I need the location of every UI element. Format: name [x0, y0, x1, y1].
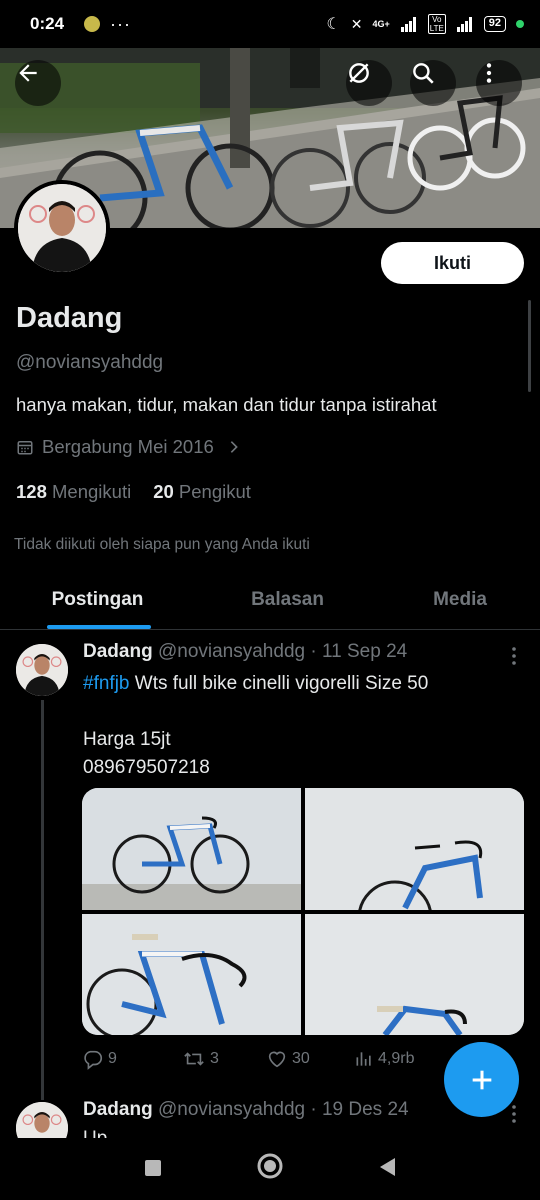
- privacy-dot-icon: [516, 20, 524, 28]
- follow-stats: 128 Mengikuti 20 Pengikut: [16, 481, 251, 503]
- followers-count: 20: [153, 481, 174, 502]
- signal-icon: [400, 17, 416, 32]
- recent-apps-button[interactable]: [143, 1158, 163, 1178]
- system-nav-bar: [0, 1138, 540, 1200]
- thread-line: [41, 700, 44, 1100]
- tweet2-author-handle[interactable]: @noviansyahddg: [158, 1099, 305, 1120]
- profile-display-name: Dadang: [16, 302, 123, 334]
- tweet-avatar[interactable]: [16, 644, 68, 696]
- tweet2-date[interactable]: 19 Des 24: [322, 1099, 409, 1120]
- tweet2-separator: ·: [310, 1099, 317, 1120]
- signal-icon-2: [456, 17, 472, 32]
- emoji-notification-icon: [84, 16, 101, 32]
- tweet-text-line1: Wts full bike cinelli vigorelli Size 50: [129, 673, 429, 694]
- more-vertical-icon: [512, 647, 516, 665]
- mute-icon: ✕: [350, 15, 363, 32]
- tweet-photo-4[interactable]: [305, 914, 524, 1035]
- following-link[interactable]: 128 Mengikuti: [16, 481, 131, 503]
- following-count: 128: [16, 481, 47, 502]
- retweet-button[interactable]: 3: [182, 1048, 266, 1070]
- views-count: 4,9rb: [378, 1050, 415, 1067]
- chevron-right-icon: [230, 441, 238, 453]
- views-chart-icon: [356, 1052, 371, 1066]
- volte-badge: Vo LTE: [427, 14, 446, 34]
- joined-date[interactable]: Bergabung Mei 2016: [16, 436, 242, 458]
- like-count: 30: [292, 1050, 310, 1067]
- grok-icon: [349, 63, 369, 83]
- home-button[interactable]: [256, 1152, 284, 1180]
- back-button[interactable]: [15, 60, 61, 106]
- tab-postingan[interactable]: Postingan: [0, 570, 195, 629]
- more-vertical-icon: [512, 1105, 516, 1123]
- follow-button[interactable]: Ikuti: [381, 242, 524, 284]
- more-options-button[interactable]: [476, 60, 522, 106]
- search-button[interactable]: [410, 60, 456, 106]
- followers-link[interactable]: 20 Pengikut: [153, 481, 251, 503]
- search-icon: [413, 63, 434, 84]
- moon-icon: ☾: [326, 16, 341, 33]
- status-time: 0:24: [30, 14, 65, 33]
- reply-count: 9: [108, 1050, 117, 1067]
- triangle-back-icon: [380, 1158, 395, 1176]
- tweet2-author-name[interactable]: Dadang: [83, 1099, 153, 1120]
- tweet-text-line2: Harga 15jt: [83, 729, 171, 750]
- tweet-photo-3[interactable]: [82, 914, 301, 1035]
- heart-icon: [268, 1051, 286, 1068]
- like-button[interactable]: 30: [266, 1048, 354, 1070]
- tweet-hashtag[interactable]: #fnfjb: [83, 673, 129, 694]
- profile-bio: hanya makan, tidur, makan dan tidur tanp…: [16, 394, 437, 415]
- network-type: 4G+: [372, 19, 390, 29]
- bike-photo-1-image: [82, 788, 301, 910]
- bike-photo-2-image: [305, 788, 524, 910]
- tweet-separator: ·: [310, 641, 317, 662]
- bike-photo-3-image: [82, 914, 301, 1035]
- views-button[interactable]: 4,9rb: [354, 1049, 454, 1069]
- tweet-more-button[interactable]: [510, 646, 518, 671]
- profile-tabs: Postingan Balasan Media: [0, 570, 540, 630]
- tweet-author-name[interactable]: Dadang: [83, 641, 153, 662]
- reply-button[interactable]: 9: [82, 1048, 182, 1070]
- followers-label: Pengikut: [178, 481, 251, 502]
- tweet2-header: Dadang @noviansyahddg · 19 Des 24: [83, 1099, 409, 1121]
- tweet-author-handle[interactable]: @noviansyahddg: [158, 641, 305, 662]
- more-notifications-icon: ···: [110, 13, 132, 34]
- bike-photo-4-image: [305, 914, 524, 1035]
- status-bar: 0:24 ··· ☾ ✕ 4G+ Vo LTE 92: [0, 0, 540, 48]
- tweet-avatar-image: [16, 644, 68, 696]
- nav-back-button[interactable]: [377, 1156, 399, 1178]
- following-label: Mengikuti: [52, 481, 132, 502]
- square-icon: [145, 1160, 161, 1176]
- avatar-image: [18, 184, 106, 272]
- tweet-text-line3: 089679507218: [83, 757, 210, 778]
- retweet-icon: [184, 1052, 204, 1066]
- tweet-photo-2[interactable]: [305, 788, 524, 910]
- tweet-header: Dadang @noviansyahddg · 11 Sep 24: [83, 641, 407, 663]
- tweet2-more-button[interactable]: [510, 1104, 518, 1129]
- calendar-icon: [17, 441, 33, 455]
- more-vertical-icon: [486, 63, 492, 83]
- reply-icon: [84, 1050, 103, 1070]
- tweet-media-grid: [82, 788, 524, 1035]
- tweet-photo-1[interactable]: [82, 788, 301, 910]
- tab-balasan[interactable]: Balasan: [195, 570, 380, 629]
- circle-home-icon: [257, 1153, 283, 1179]
- tweet-date[interactable]: 11 Sep 24: [322, 641, 407, 662]
- tab-media[interactable]: Media: [380, 570, 540, 629]
- joined-label: Bergabung Mei 2016: [42, 436, 214, 457]
- arrow-left-icon: [19, 64, 37, 82]
- profile-handle: @noviansyahddg: [16, 352, 164, 373]
- tweet-text: #fnfjb Wts full bike cinelli vigorelli S…: [83, 670, 523, 782]
- battery-indicator: 92: [483, 16, 506, 32]
- plus-icon: [472, 1070, 491, 1089]
- tweet2-text: Up: [83, 1128, 107, 1138]
- grok-button[interactable]: [346, 60, 392, 106]
- scrollbar[interactable]: [528, 300, 531, 392]
- profile-avatar[interactable]: [14, 180, 110, 276]
- retweet-count: 3: [210, 1050, 219, 1067]
- compose-button[interactable]: [444, 1042, 519, 1117]
- not-followed-note: Tidak diikuti oleh siapa pun yang Anda i…: [14, 536, 310, 553]
